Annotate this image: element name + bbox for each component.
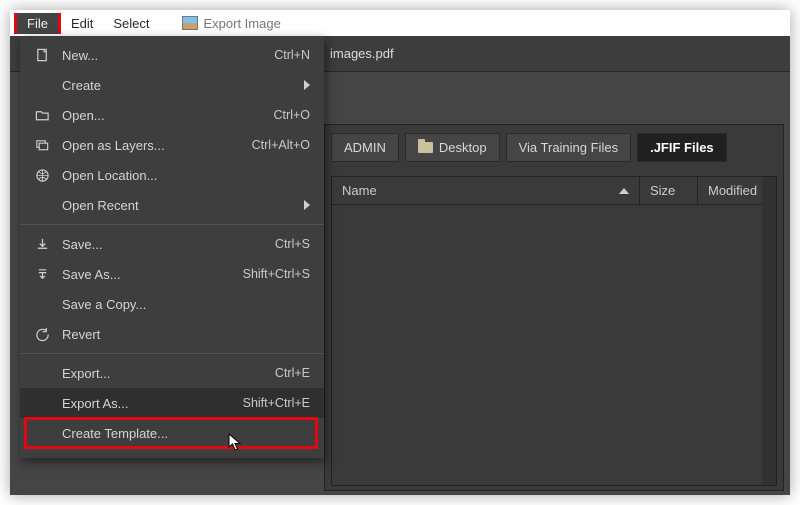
menu-open-layers-accel: Ctrl+Alt+O (220, 138, 310, 152)
column-size[interactable]: Size (640, 177, 698, 204)
crumb-training-label: Via Training Files (519, 140, 618, 155)
column-size-label: Size (650, 183, 675, 198)
menu-save-as-accel: Shift+Ctrl+S (220, 267, 310, 281)
menu-export-as-label: Export As... (60, 396, 210, 411)
crumb-training[interactable]: Via Training Files (506, 133, 631, 162)
document-tab-label: images.pdf (330, 46, 394, 61)
menu-open-location-label: Open Location... (60, 168, 210, 183)
save-as-icon (34, 266, 50, 282)
submenu-arrow-icon (304, 200, 310, 210)
crumb-desktop[interactable]: Desktop (405, 133, 500, 162)
menu-separator (20, 224, 324, 225)
menu-save-copy-label: Save a Copy... (60, 297, 210, 312)
menu-new-label: New... (60, 48, 210, 63)
menu-select[interactable]: Select (103, 13, 159, 34)
menu-open-recent[interactable]: Open Recent (20, 190, 324, 220)
menu-save[interactable]: Save... Ctrl+S (20, 229, 324, 259)
menubar: File Edit Select Export Image (10, 10, 790, 36)
menu-create[interactable]: Create (20, 70, 324, 100)
save-icon (34, 236, 50, 252)
file-dropdown: New... Ctrl+N Create Open... Ctrl+O Open… (20, 36, 324, 458)
submenu-arrow-icon (304, 80, 310, 90)
menu-separator (20, 353, 324, 354)
menu-new-accel: Ctrl+N (220, 48, 310, 62)
menu-open-layers[interactable]: Open as Layers... Ctrl+Alt+O (20, 130, 324, 160)
menu-open-label: Open... (60, 108, 210, 123)
file-list-header: Name Size Modified (332, 177, 776, 205)
scrollbar[interactable] (762, 177, 776, 485)
menu-open[interactable]: Open... Ctrl+O (20, 100, 324, 130)
menu-save-accel: Ctrl+S (220, 237, 310, 251)
menu-file[interactable]: File (17, 13, 58, 34)
menu-export-accel: Ctrl+E (220, 366, 310, 380)
column-name[interactable]: Name (332, 177, 640, 204)
menu-create-template-label: Create Template... (60, 426, 210, 441)
menu-save-label: Save... (60, 237, 210, 252)
folder-icon (418, 142, 433, 153)
menu-export[interactable]: Export... Ctrl+E (20, 358, 324, 388)
menu-revert[interactable]: Revert (20, 319, 324, 349)
menu-export-as-accel: Shift+Ctrl+E (220, 396, 310, 410)
column-modified-label: Modified (708, 183, 757, 198)
app-icon (182, 16, 198, 30)
menu-edit[interactable]: Edit (61, 13, 103, 34)
menu-open-location[interactable]: Open Location... (20, 160, 324, 190)
new-icon (34, 47, 50, 63)
menu-new[interactable]: New... Ctrl+N (20, 40, 324, 70)
sort-ascending-icon (619, 188, 629, 194)
breadcrumb: ADMIN Desktop Via Training Files .JFIF F… (325, 125, 783, 176)
crumb-admin[interactable]: ADMIN (331, 133, 399, 162)
file-list: Name Size Modified (331, 176, 777, 486)
menu-revert-label: Revert (60, 327, 210, 342)
layers-icon (34, 137, 50, 153)
window-title: Export Image (204, 16, 281, 31)
crumb-jfif-label: .JFIF Files (650, 140, 714, 155)
export-dialog: ADMIN Desktop Via Training Files .JFIF F… (324, 124, 784, 491)
crumb-desktop-label: Desktop (439, 140, 487, 155)
menu-create-label: Create (60, 78, 294, 93)
menu-open-recent-label: Open Recent (60, 198, 294, 213)
menu-save-as-label: Save As... (60, 267, 210, 282)
menu-save-as[interactable]: Save As... Shift+Ctrl+S (20, 259, 324, 289)
menu-open-layers-label: Open as Layers... (60, 138, 210, 153)
menu-save-copy[interactable]: Save a Copy... (20, 289, 324, 319)
open-icon (34, 107, 50, 123)
globe-icon (34, 167, 50, 183)
column-name-label: Name (342, 183, 377, 198)
menu-create-template[interactable]: Create Template... (20, 418, 324, 448)
menu-export-as[interactable]: Export As... Shift+Ctrl+E (20, 388, 324, 418)
crumb-jfif[interactable]: .JFIF Files (637, 133, 727, 162)
crumb-admin-label: ADMIN (344, 140, 386, 155)
menu-open-accel: Ctrl+O (220, 108, 310, 122)
revert-icon (34, 326, 50, 342)
menu-export-label: Export... (60, 366, 210, 381)
file-menu-highlight: File (14, 13, 61, 34)
